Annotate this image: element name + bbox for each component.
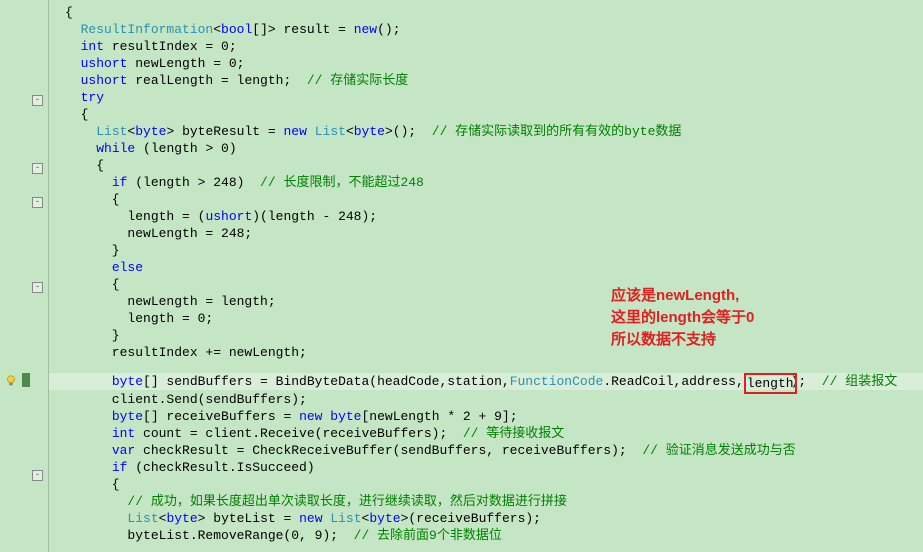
fold-toggle[interactable]: - bbox=[32, 470, 43, 481]
code-line: client.Send(sendBuffers); bbox=[65, 391, 307, 408]
fold-column: - - - - - bbox=[32, 0, 46, 552]
code-line: { bbox=[65, 476, 120, 493]
change-marker bbox=[22, 373, 30, 387]
editor-root: - - - - - { ResultInformation<bool[]> re… bbox=[0, 0, 923, 552]
code-line: { bbox=[65, 106, 88, 123]
code-line: } bbox=[65, 327, 120, 344]
code-area[interactable]: { ResultInformation<bool[]> result = new… bbox=[49, 0, 923, 552]
code-line: { bbox=[65, 276, 120, 293]
code-line: byteList.RemoveRange(0, 9); // 去除前面9个非数据… bbox=[65, 527, 502, 544]
code-line: else bbox=[65, 259, 143, 276]
code-line: List<byte> byteResult = new List<byte>()… bbox=[65, 123, 681, 140]
code-line: length = (ushort)(length - 248); bbox=[65, 208, 377, 225]
code-line: { bbox=[65, 4, 73, 21]
annotation-text: 应该是newLength, 这里的length会等于0 所以数据不支持 bbox=[611, 285, 754, 351]
code-line: byte[] receiveBuffers = new byte[newLeng… bbox=[65, 408, 518, 425]
code-line: if (checkResult.IsSucceed) bbox=[65, 459, 315, 476]
code-line: while (length > 0) bbox=[65, 140, 237, 157]
code-line: length = 0; bbox=[65, 310, 213, 327]
code-line: ResultInformation<bool[]> result = new()… bbox=[65, 21, 401, 38]
gutter: - - - - - bbox=[0, 0, 49, 552]
code-line: { bbox=[65, 157, 104, 174]
annotation-line: 所以数据不支持 bbox=[611, 329, 754, 351]
fold-toggle[interactable]: - bbox=[32, 282, 43, 293]
annotation-line: 应该是newLength, bbox=[611, 285, 754, 307]
code-line: var checkResult = CheckReceiveBuffer(sen… bbox=[65, 442, 796, 459]
code-line: if (length > 248) // 长度限制，不能超过248 bbox=[65, 174, 424, 191]
code-line: ushort realLength = length; // 存储实际长度 bbox=[65, 72, 408, 89]
fold-toggle[interactable]: - bbox=[32, 95, 43, 106]
code-line-highlighted: byte[] sendBuffers = BindByteData(headCo… bbox=[49, 373, 923, 390]
code-line: // 成功，如果长度超出单次读取长度，进行继续读取，然后对数据进行拼接 bbox=[65, 493, 567, 510]
error-highlight-box: length bbox=[744, 373, 797, 394]
code-line: resultIndex += newLength; bbox=[65, 344, 307, 361]
code-line: newLength = length; bbox=[65, 293, 276, 310]
code-line: try bbox=[65, 89, 104, 106]
code-line: int resultIndex = 0; bbox=[65, 38, 237, 55]
code-line: { bbox=[65, 191, 120, 208]
code-line: List<byte> byteList = new List<byte>(rec… bbox=[65, 510, 541, 527]
lightbulb-icon[interactable] bbox=[4, 374, 18, 388]
code-line: } bbox=[65, 242, 120, 259]
code-line: newLength = 248; bbox=[65, 225, 252, 242]
fold-toggle[interactable]: - bbox=[32, 197, 43, 208]
code-line: int count = client.Receive(receiveBuffer… bbox=[65, 425, 564, 442]
fold-toggle[interactable]: - bbox=[32, 163, 43, 174]
code-line: ushort newLength = 0; bbox=[65, 55, 244, 72]
annotation-line: 这里的length会等于0 bbox=[611, 307, 754, 329]
